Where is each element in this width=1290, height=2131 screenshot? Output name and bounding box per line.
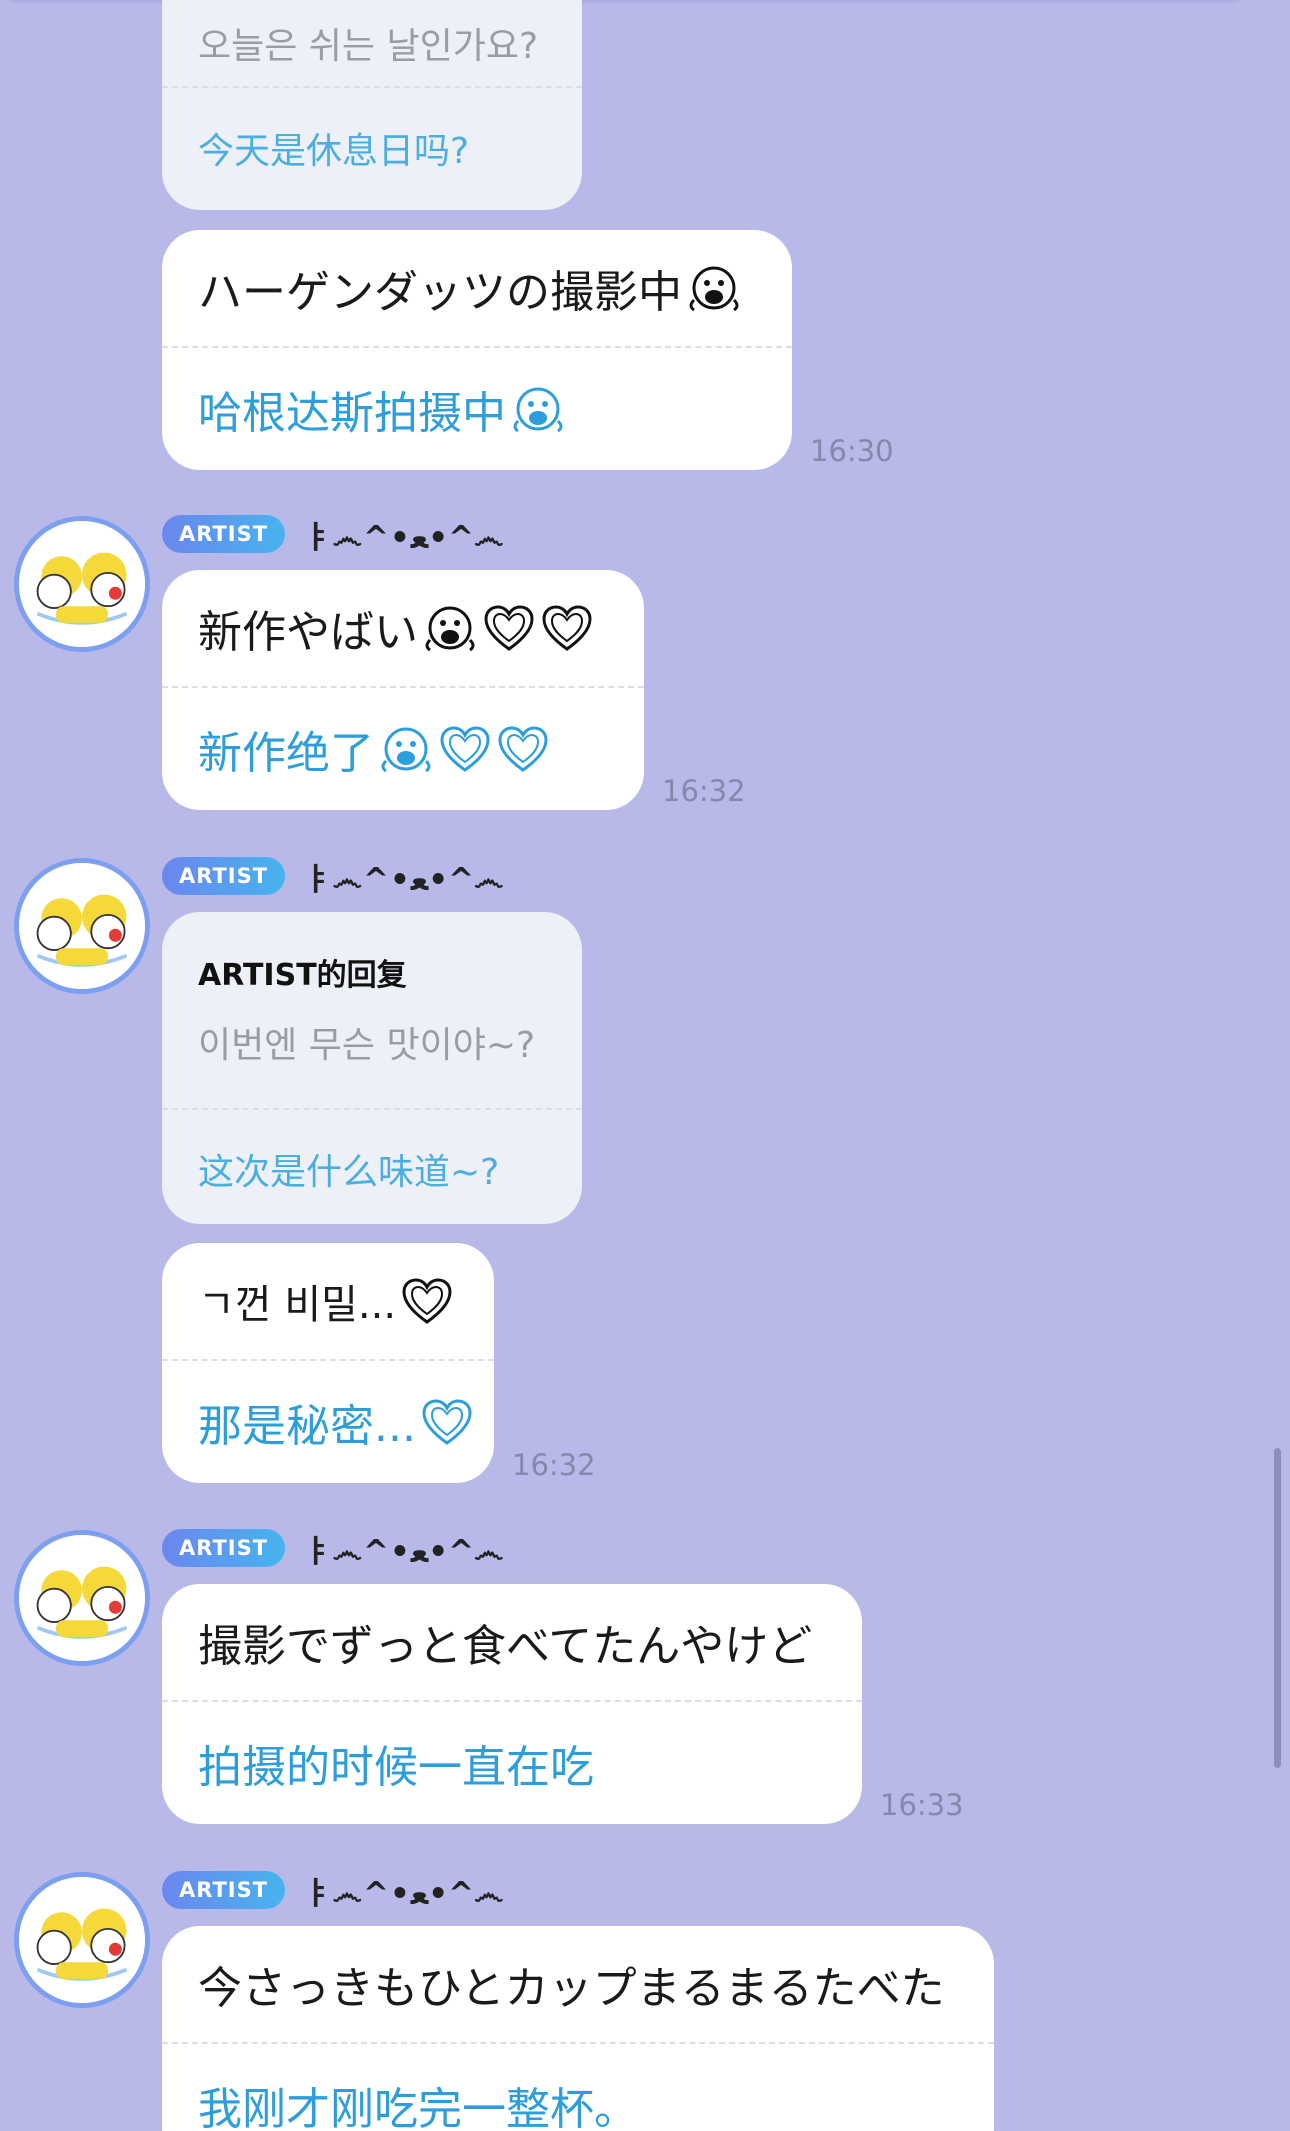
message-translation-label: 新作绝了 <box>198 728 374 779</box>
heart-icon <box>542 605 592 651</box>
message-timestamp: 16:32 <box>512 1448 596 1482</box>
heart-icon <box>484 605 534 651</box>
artist-name-row: ARTIST ㅑ෴^•ﻌ•^෴ <box>162 515 504 556</box>
cartoon-avatar-icon <box>19 521 145 647</box>
message-translation-label: 那是秘密... <box>198 1401 416 1452</box>
artist-avatar[interactable] <box>14 858 150 994</box>
message-original-text: 撮影でずっと食べてたんやけど <box>198 1621 813 1672</box>
reply-translation-text: 今天是休息日吗? <box>198 131 470 172</box>
artist-name[interactable]: ㅑ෴^•ﻌ•^෴ <box>303 1868 504 1913</box>
heart-icon <box>402 1278 452 1324</box>
heart-icon <box>422 1399 472 1445</box>
crying-face-emoji-icon <box>425 606 475 652</box>
message-original-text: ㄱ껀 비밀... <box>198 1272 454 1330</box>
message-timestamp: 16:33 <box>880 1788 964 1822</box>
message-original-text: ハーゲンダッツの撮影中 <box>198 256 742 320</box>
artist-avatar[interactable] <box>14 1530 150 1666</box>
message-translation-text: 那是秘密... <box>198 1390 474 1454</box>
message-timestamp: 16:30 <box>810 434 894 468</box>
artist-badge: ARTIST <box>162 515 286 553</box>
artist-badge: ARTIST <box>162 1871 286 1909</box>
crying-face-emoji-icon <box>381 727 431 773</box>
reply-label: ARTIST的回复 <box>198 958 407 993</box>
message-bubble[interactable]: ハーゲンダッツの撮影中 哈根达斯拍摄中 <box>162 230 792 470</box>
artist-badge: ARTIST <box>162 857 286 895</box>
message-translation-label: 哈根达斯拍摄中 <box>198 388 506 439</box>
reply-original-text: 오늘은 쉬는 날인가요? <box>198 26 539 67</box>
message-original-text: 新作やばい <box>198 596 594 660</box>
message-translation-text: 拍摄的时候一直在吃 <box>198 1742 594 1793</box>
message-bubble[interactable]: 新作やばい 新作绝了 <box>162 570 644 810</box>
message-bubble[interactable]: ㄱ껀 비밀... 那是秘密... <box>162 1243 494 1483</box>
artist-avatar[interactable] <box>14 516 150 652</box>
artist-name[interactable]: ㅑ෴^•ﻌ•^෴ <box>303 854 504 899</box>
message-original-label: ハーゲンダッツの撮影中 <box>198 267 682 318</box>
cartoon-avatar-icon <box>19 863 145 989</box>
message-translation-text: 我刚才刚吃完一整杯。 <box>198 2084 638 2131</box>
reply-bubble[interactable]: ARTIST的回复 이번엔 무슨 맛이야~? 这次是什么味道~? <box>162 912 582 1224</box>
reply-translation-text: 这次是什么味道~? <box>198 1152 500 1193</box>
message-translation-text: 新作绝了 <box>198 717 550 781</box>
artist-name-row: ARTIST ㅑ෴^•ﻌ•^෴ <box>162 1871 504 1912</box>
artist-badge: ARTIST <box>162 1529 286 1567</box>
heart-icon <box>440 726 490 772</box>
message-translation-text: 哈根达斯拍摄中 <box>198 377 566 441</box>
artist-name-row: ARTIST ㅑ෴^•ﻌ•^෴ <box>162 1529 504 1570</box>
reply-original-text: 이번엔 무슨 맛이야~? <box>198 1025 536 1066</box>
reply-bubble-partial[interactable]: 오늘은 쉬는 날인가요? 今天是休息日吗? <box>162 0 582 210</box>
message-original-label: 新作やばい <box>198 607 418 658</box>
artist-name[interactable]: ㅑ෴^•ﻌ•^෴ <box>303 1526 504 1571</box>
message-bubble[interactable]: 今さっきもひとカップまるまるたべた 我刚才刚吃完一整杯。 <box>162 1926 994 2131</box>
heart-icon <box>498 726 548 772</box>
crying-face-emoji-icon <box>513 387 563 433</box>
message-timestamp: 16:32 <box>662 774 746 808</box>
message-original-text: 今さっきもひとカップまるまるたべた <box>198 1963 945 2014</box>
scrollbar-thumb[interactable] <box>1274 1448 1281 1768</box>
artist-avatar[interactable] <box>14 1872 150 2008</box>
message-bubble[interactable]: 撮影でずっと食べてたんやけど 拍摄的时候一直在吃 <box>162 1584 862 1824</box>
artist-name-row: ARTIST ㅑ෴^•ﻌ•^෴ <box>162 857 504 898</box>
artist-name[interactable]: ㅑ෴^•ﻌ•^෴ <box>303 512 504 557</box>
message-original-label: ㄱ껀 비밀... <box>198 1282 397 1328</box>
cartoon-avatar-icon <box>19 1877 145 2003</box>
crying-face-emoji-icon <box>689 266 739 312</box>
cartoon-avatar-icon <box>19 1535 145 1661</box>
